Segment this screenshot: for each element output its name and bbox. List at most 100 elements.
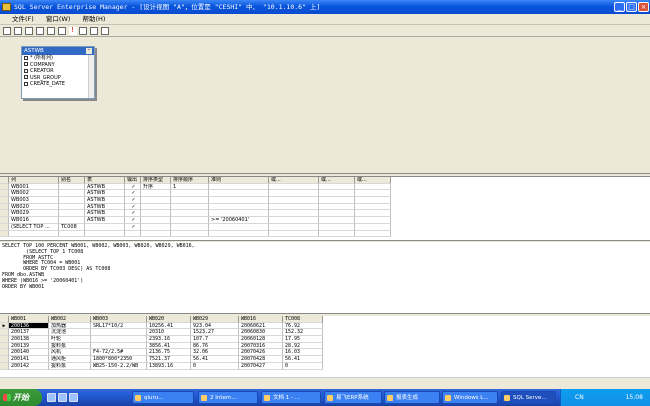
grid-cell[interactable] xyxy=(59,217,85,224)
quicklaunch-ie-icon[interactable] xyxy=(58,393,67,402)
row-selector[interactable] xyxy=(0,362,9,370)
results-column-header[interactable]: WB016 xyxy=(239,316,283,323)
grid-cell[interactable] xyxy=(171,203,209,211)
run-icon[interactable]: ! xyxy=(68,27,77,35)
language-indicator[interactable]: CN xyxy=(575,394,584,401)
grid-cell[interactable] xyxy=(209,197,269,204)
table-box-minimize-button[interactable]: - xyxy=(86,47,92,54)
results-cell[interactable] xyxy=(91,329,147,337)
grid-cell[interactable] xyxy=(209,223,269,231)
grid-cell[interactable]: WB016 xyxy=(9,217,59,224)
results-cell[interactable]: 2136.75 xyxy=(147,349,191,357)
grid-cell[interactable]: ✓ xyxy=(125,183,141,191)
row-selector[interactable] xyxy=(0,183,9,191)
results-cell[interactable]: 1523.27 xyxy=(191,329,239,337)
taskbar-button[interactable]: 报表生成 xyxy=(384,391,440,404)
sql-pane-icon[interactable] xyxy=(46,27,55,35)
grid-cell[interactable] xyxy=(141,230,171,238)
grid-cell[interactable] xyxy=(355,230,391,238)
grid-cell[interactable] xyxy=(171,197,209,204)
grid-cell[interactable] xyxy=(209,203,269,211)
grid-cell[interactable] xyxy=(355,210,391,218)
grid-cell[interactable]: ASTWB xyxy=(85,210,125,218)
grid-cell[interactable]: >= '20060401' xyxy=(209,217,269,224)
grid-cell[interactable] xyxy=(209,190,269,198)
grid-header-row[interactable]: 列别名表输出 排序类型 排序顺序 准则 或... 或... 或... xyxy=(0,177,650,184)
sql-pane[interactable]: SELECT TOP 100 PERCENT WB001, WB002, WB0… xyxy=(0,242,650,314)
results-cell[interactable]: 3856.41 xyxy=(147,342,191,350)
grid-cell[interactable] xyxy=(355,223,391,231)
grid-column-header[interactable]: 排序类型 xyxy=(141,177,171,184)
results-cell[interactable]: 107.7 xyxy=(191,336,239,343)
results-cell[interactable]: 拔料泵 xyxy=(49,362,91,370)
grid-cell[interactable] xyxy=(141,210,171,218)
grid-cell[interactable] xyxy=(269,203,319,211)
grid-column-header[interactable]: 别名 xyxy=(59,177,85,184)
results-cell[interactable]: 200137 xyxy=(9,329,49,337)
grid-row[interactable]: (SELECT TOP ... TC008 ✓ xyxy=(0,223,650,231)
grid-cell[interactable] xyxy=(269,217,319,224)
results-cell[interactable]: 0 xyxy=(283,362,323,370)
results-cell[interactable]: 200138 xyxy=(9,336,49,343)
grid-cell[interactable] xyxy=(141,203,171,211)
save-icon[interactable] xyxy=(3,27,11,35)
results-cell[interactable]: 20070427 xyxy=(239,362,283,370)
menu-window[interactable]: 窗口(W) xyxy=(41,14,76,25)
results-cell[interactable]: 200139 xyxy=(9,342,49,350)
column-checkbox[interactable] xyxy=(24,81,28,86)
grid-cell[interactable]: WB020 xyxy=(9,203,59,211)
grid-column-header[interactable]: 或... xyxy=(269,177,319,184)
taskbar-button[interactable]: 文档 1 - ... xyxy=(261,391,321,404)
taskbar-button[interactable]: SQL Serve... xyxy=(501,391,556,404)
results-cell[interactable]: 200142 xyxy=(9,362,49,370)
add-table-icon[interactable] xyxy=(101,27,110,35)
table-column[interactable]: CREATE_DATE xyxy=(22,81,94,88)
grid-cell[interactable] xyxy=(171,223,209,231)
column-checkbox[interactable] xyxy=(24,62,28,66)
grid-cell[interactable] xyxy=(85,223,125,231)
grid-cell[interactable]: 1 xyxy=(171,183,209,191)
grid-cell[interactable]: ASTWB xyxy=(85,197,125,204)
results-cell[interactable]: 2393.16 xyxy=(147,336,191,343)
grid-cell[interactable] xyxy=(319,210,355,218)
grid-column-header[interactable]: 或... xyxy=(319,177,355,184)
column-checkbox[interactable] xyxy=(24,55,28,60)
properties-icon[interactable] xyxy=(13,27,22,35)
results-cell[interactable]: 923.04 xyxy=(191,322,239,330)
results-column-header[interactable]: WB003 xyxy=(91,316,147,323)
maximize-button[interactable]: □ xyxy=(626,2,637,12)
grid-cell[interactable]: ✓ xyxy=(125,197,141,204)
grid-cell[interactable] xyxy=(209,183,269,191)
table-box-scrollbar[interactable] xyxy=(88,55,94,98)
taskbar-button[interactable]: Windows L... xyxy=(442,391,498,404)
grid-cell[interactable] xyxy=(269,197,319,204)
quicklaunch-desktop-icon[interactable] xyxy=(47,393,56,402)
results-cell[interactable]: 加热器 xyxy=(49,322,91,330)
grid-cell[interactable] xyxy=(269,230,319,238)
results-cell[interactable]: F4-72/2.5# xyxy=(91,349,147,357)
grid-cell[interactable] xyxy=(141,223,171,231)
grid-cell[interactable] xyxy=(319,197,355,204)
row-selector[interactable] xyxy=(0,349,9,357)
results-cell[interactable]: 10256.41 xyxy=(147,322,191,330)
grid-cell[interactable] xyxy=(269,223,319,231)
verify-sql-icon[interactable] xyxy=(79,27,88,35)
current-row-marker[interactable]: ▶ xyxy=(0,322,9,330)
grid-cell[interactable] xyxy=(319,183,355,191)
grid-cell[interactable] xyxy=(59,183,85,191)
grid-cell[interactable] xyxy=(59,203,85,211)
column-checkbox[interactable] xyxy=(24,68,28,73)
grid-cell[interactable] xyxy=(319,223,355,231)
results-pane[interactable]: WB001 WB002 WB003 WB020 WB029 WB016 TC008 ▶ 2001… xyxy=(0,316,650,380)
grid-cell[interactable] xyxy=(209,210,269,218)
results-cell[interactable] xyxy=(91,342,147,350)
grid-cell[interactable]: WB001 xyxy=(9,183,59,191)
grid-pane-icon[interactable] xyxy=(35,27,44,35)
results-cell[interactable]: 20060621 xyxy=(239,322,283,330)
grid-cell[interactable] xyxy=(171,230,209,238)
row-selector[interactable] xyxy=(0,217,9,224)
results-cell[interactable]: 152.32 xyxy=(283,329,323,337)
results-cell[interactable]: 沉淀池 xyxy=(49,329,91,337)
diagram-pane[interactable] xyxy=(0,37,650,174)
results-row[interactable]: 200137 沉淀池 20310 1523.27 20060830 152.32 xyxy=(0,329,650,337)
